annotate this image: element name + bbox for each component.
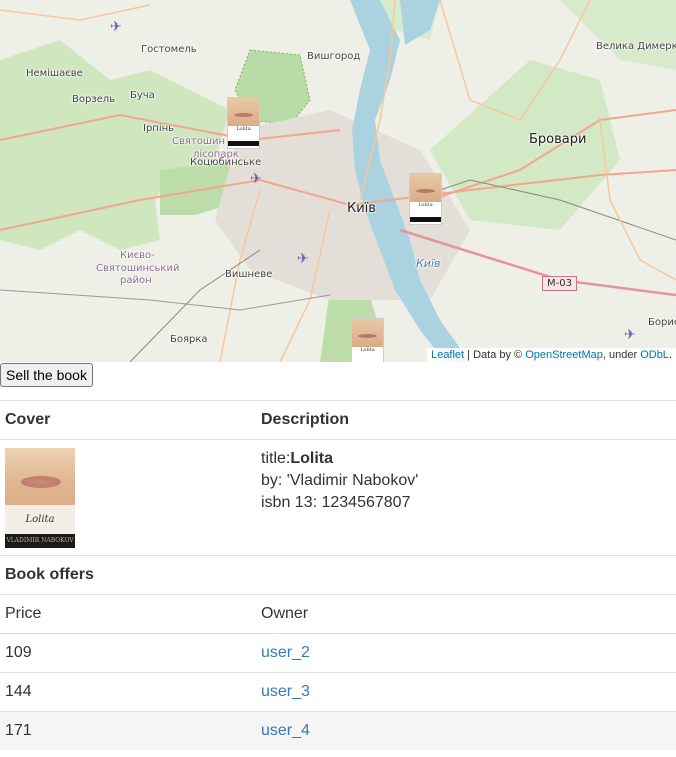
- offer-owner-link[interactable]: user_4: [261, 722, 310, 739]
- description-cell: title:Lolita by: 'Vladimir Nabokov' isbn…: [256, 439, 676, 556]
- attribution-text: .: [668, 349, 672, 361]
- book-marker[interactable]: Lolita: [351, 318, 384, 362]
- district-line-3: район: [120, 275, 152, 286]
- place-vorzel: Ворзель: [72, 94, 116, 105]
- offer-price: 171: [0, 711, 256, 750]
- attribution-text: | Data by ©: [464, 349, 526, 361]
- place-boryspil: Борис: [648, 317, 676, 328]
- place-boiarka: Боярка: [170, 334, 208, 345]
- cover-cell: Lolita VLADIMIR NABOKOV: [0, 439, 256, 556]
- book-title: Lolita: [290, 450, 334, 467]
- owner-column-header: Owner: [256, 594, 676, 634]
- title-label: title:: [261, 450, 291, 467]
- place-kotsiubynske: Коцюбинське: [190, 157, 262, 168]
- marker-title: Lolita: [360, 347, 375, 353]
- book-author: by: 'Vladimir Nabokov': [261, 472, 419, 489]
- airport-icon: ✈: [250, 170, 262, 186]
- marker-title: Lolita: [236, 126, 251, 132]
- place-kyiv: Київ: [347, 201, 376, 216]
- cover-title: Lolita: [25, 514, 55, 525]
- airport-icon: ✈: [624, 326, 636, 342]
- marker-title: Lolita: [418, 202, 433, 208]
- book-marker[interactable]: Lolita: [409, 173, 442, 225]
- place-sviatoshyn: Святошин: [172, 136, 226, 147]
- offer-row: 109 user_2: [0, 633, 676, 673]
- book-offers-heading: Book offers: [0, 555, 676, 595]
- offer-row: 171 user_4: [0, 711, 676, 750]
- cover-header: Cover: [0, 400, 256, 440]
- attribution-text: , under: [602, 349, 641, 361]
- offer-price: 144: [0, 672, 256, 712]
- leaflet-link[interactable]: Leaflet: [431, 349, 464, 361]
- description-header: Description: [256, 400, 676, 440]
- book-marker[interactable]: Lolita: [227, 97, 260, 149]
- book-row: Lolita VLADIMIR NABOKOV title:Lolita by:…: [0, 439, 676, 556]
- place-vyshhorod: Вишгород: [307, 51, 361, 62]
- offer-row: 144 user_3: [0, 672, 676, 712]
- map[interactable]: Гостомель Вишгород Немішаєве Ворзель Буч…: [0, 0, 676, 362]
- airport-icon: ✈: [297, 250, 309, 266]
- place-vyshneve: Вишневе: [225, 269, 273, 280]
- odbl-link[interactable]: ODbL: [640, 349, 669, 361]
- book-table: Cover Description Lolita VLADIMIR NABOKO…: [0, 400, 676, 750]
- place-irpin: Ірпінь: [143, 123, 175, 134]
- book-cover-image: Lolita VLADIMIR NABOKOV: [5, 448, 75, 548]
- book-isbn: isbn 13: 1234567807: [261, 494, 411, 511]
- offer-owner-link[interactable]: user_3: [261, 683, 310, 700]
- offer-price: 109: [0, 633, 256, 673]
- road-badge-m03: М-03: [542, 276, 577, 291]
- district-line-1: Києво-: [120, 250, 155, 261]
- price-column-header: Price: [0, 594, 256, 634]
- river-label: Київ: [416, 257, 441, 270]
- offer-owner-link[interactable]: user_2: [261, 644, 310, 661]
- place-brovary: Бровари: [529, 132, 587, 147]
- cover-author: VLADIMIR NABOKOV: [6, 537, 74, 544]
- district-line-2: Святошинський: [96, 263, 180, 274]
- place-velyka-dymerka: Велика Димерка: [596, 41, 676, 52]
- map-attribution: Leaflet | Data by © OpenStreetMap, under…: [427, 348, 676, 362]
- airport-icon: ✈: [110, 18, 122, 34]
- place-nemishaieve: Немішаєве: [26, 68, 83, 79]
- place-hostomel: Гостомель: [141, 44, 197, 55]
- sell-book-button[interactable]: Sell the book: [0, 363, 93, 387]
- osm-link[interactable]: OpenStreetMap: [525, 349, 603, 361]
- place-bucha: Буча: [130, 90, 155, 101]
